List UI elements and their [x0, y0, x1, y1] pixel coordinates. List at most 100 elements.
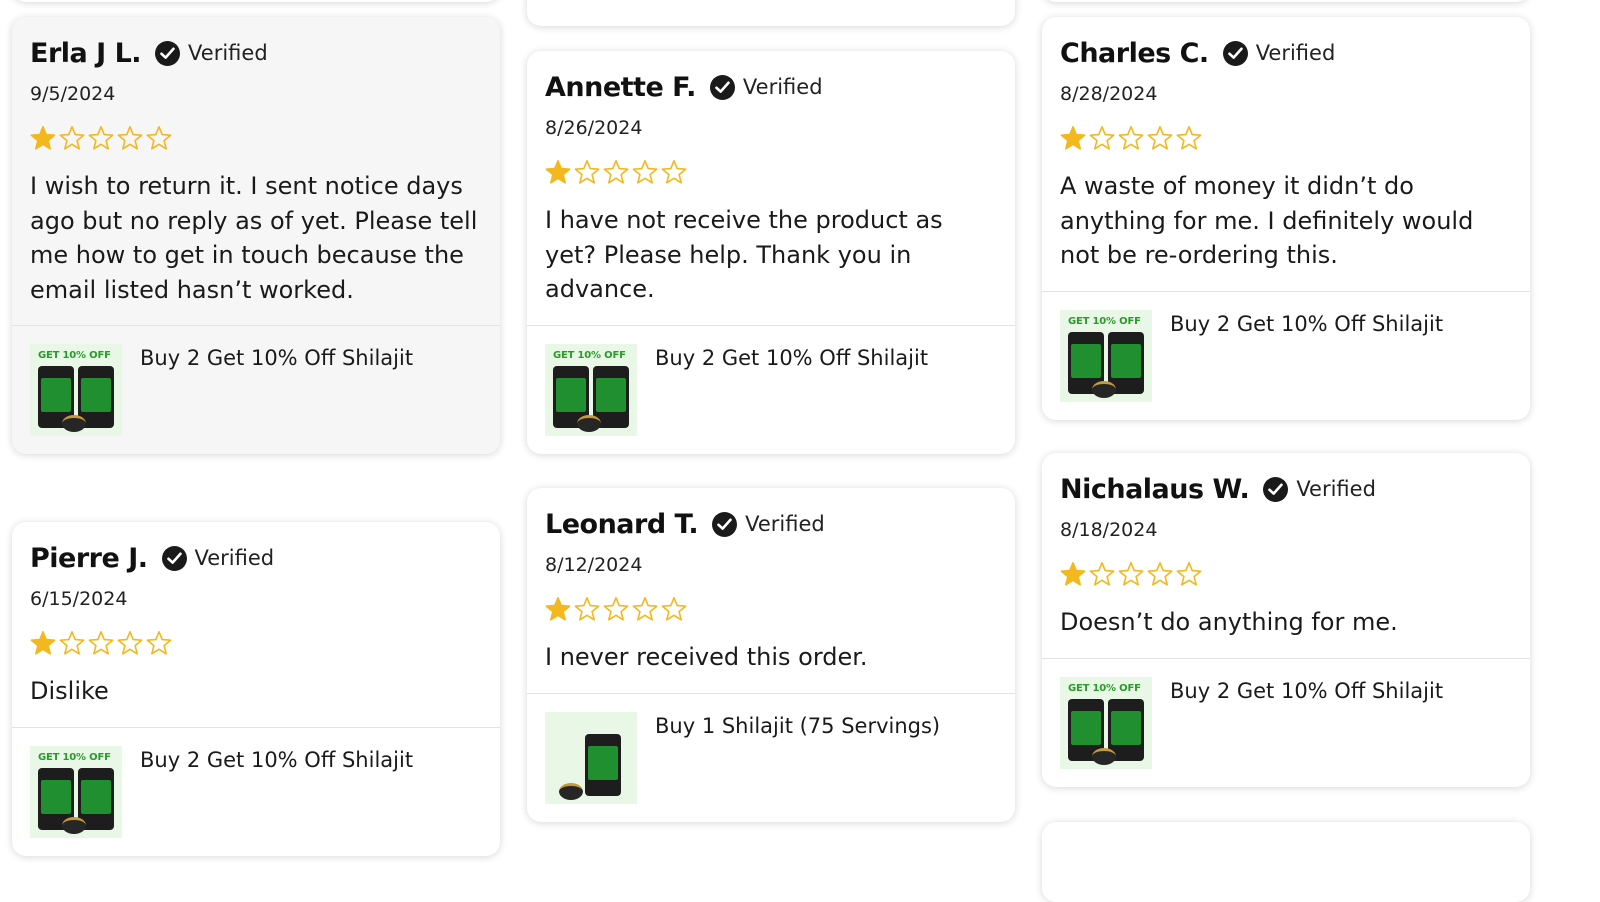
check-circle-icon: [709, 74, 735, 100]
product-thumbnail[interactable]: [545, 711, 637, 804]
star-outline-icon: [632, 160, 658, 184]
partial-card-top-right: [1042, 0, 1530, 2]
star-outline-icon: [88, 631, 114, 655]
review-text: Dislike: [30, 677, 109, 705]
product-name[interactable]: Buy 2 Get 10% Off Shilajit: [140, 346, 413, 370]
reviewer-name: Erla J L.: [30, 37, 142, 69]
star-outline-icon: [603, 160, 629, 184]
star-outline-icon: [1089, 126, 1115, 150]
star-outline-icon: [88, 126, 114, 150]
star-outline-icon: [117, 631, 143, 655]
reviewer-header: Annette F. Verified: [545, 69, 997, 105]
product-thumbnail[interactable]: GET 10% OFF: [30, 745, 122, 838]
review-text: I never received this order.: [545, 643, 868, 671]
star-outline-icon: [1118, 126, 1144, 150]
star-outline-icon: [117, 126, 143, 150]
star-rating: [30, 125, 482, 153]
product-small-jar-image: [62, 415, 86, 432]
review-card: Leonard T. Verified 8/12/2024 I never re…: [527, 488, 1015, 822]
star-outline-icon: [603, 597, 629, 621]
product-small-jar-image: [559, 782, 583, 800]
star-filled-icon: [1060, 126, 1086, 150]
star-outline-icon: [574, 160, 600, 184]
reviewer-name: Pierre J.: [30, 542, 148, 574]
review-date: 9/5/2024: [30, 83, 116, 105]
star-filled-icon: [1060, 562, 1086, 586]
product-row[interactable]: GET 10% OFF Buy 2 Get 10% Off Shilajit: [12, 325, 500, 454]
verified-label: Verified: [745, 512, 825, 536]
partial-card-top-middle: [527, 0, 1015, 26]
check-circle-icon: [155, 40, 181, 66]
reviewer-header: Erla J L. Verified: [30, 35, 482, 71]
product-badge: GET 10% OFF: [1068, 682, 1141, 694]
star-outline-icon: [59, 631, 85, 655]
product-row[interactable]: GET 10% OFF Buy 2 Get 10% Off Shilajit: [1042, 657, 1530, 787]
product-name[interactable]: Buy 2 Get 10% Off Shilajit: [1170, 312, 1443, 336]
product-name[interactable]: Buy 2 Get 10% Off Shilajit: [1170, 679, 1443, 703]
verified-label: Verified: [742, 75, 823, 99]
star-rating: [1060, 125, 1512, 153]
product-row[interactable]: GET 10% OFF Buy 2 Get 10% Off Shilajit: [12, 726, 500, 856]
product-name[interactable]: Buy 1 Shilajit (75 Servings): [655, 714, 940, 738]
product-badge: GET 10% OFF: [1068, 315, 1141, 327]
product-thumbnail[interactable]: GET 10% OFF: [30, 344, 122, 436]
reviewer-name: Leonard T.: [545, 508, 699, 540]
review-card: Pierre J. Verified 6/15/2024 Dislike GET…: [12, 522, 500, 856]
star-filled-icon: [545, 597, 571, 621]
product-row[interactable]: GET 10% OFF Buy 2 Get 10% Off Shilajit: [527, 324, 1015, 454]
product-jar-image: [585, 733, 621, 796]
product-row[interactable]: Buy 1 Shilajit (75 Servings): [527, 692, 1015, 822]
star-outline-icon: [146, 631, 172, 655]
partial-card-bottom-right: [1042, 822, 1530, 902]
product-row[interactable]: GET 10% OFF Buy 2 Get 10% Off Shilajit: [1042, 290, 1530, 420]
reviewer-header: Pierre J. Verified: [30, 540, 482, 576]
review-date: 6/15/2024: [30, 588, 128, 610]
check-circle-icon: [1263, 476, 1289, 502]
verified-label: Verified: [194, 546, 275, 570]
star-filled-icon: [30, 126, 56, 150]
product-small-jar-image: [1092, 747, 1116, 765]
review-text: I have not receive the product as yet? P…: [545, 206, 943, 303]
star-outline-icon: [661, 160, 687, 184]
product-name[interactable]: Buy 2 Get 10% Off Shilajit: [140, 748, 413, 772]
product-badge: GET 10% OFF: [38, 751, 111, 763]
review-text: Doesn’t do anything for me.: [1060, 608, 1398, 636]
product-small-jar-image: [577, 414, 601, 432]
star-outline-icon: [59, 126, 85, 150]
verified-label: Verified: [1255, 41, 1336, 65]
star-outline-icon: [1176, 562, 1202, 586]
star-outline-icon: [1176, 126, 1202, 150]
reviewer-name: Annette F.: [545, 71, 696, 103]
review-text: A waste of money it didn’t do anything f…: [1060, 172, 1474, 269]
product-badge: GET 10% OFF: [38, 350, 111, 361]
reviewer-header: Nichalaus W. Verified: [1060, 471, 1512, 507]
product-name[interactable]: Buy 2 Get 10% Off Shilajit: [655, 346, 928, 370]
check-circle-icon: [1222, 40, 1248, 66]
partial-card-top-left: [12, 0, 500, 2]
star-rating: [30, 630, 482, 658]
review-date: 8/26/2024: [545, 117, 643, 139]
review-card: Annette F. Verified 8/26/2024 I have not…: [527, 51, 1015, 454]
review-card: Nichalaus W. Verified 8/18/2024 Doesn’t …: [1042, 453, 1530, 787]
review-date: 8/12/2024: [545, 554, 643, 576]
reviewer-name: Nichalaus W.: [1060, 473, 1250, 505]
verified-label: Verified: [1296, 477, 1376, 501]
product-small-jar-image: [62, 816, 86, 834]
star-filled-icon: [30, 631, 56, 655]
product-thumbnail[interactable]: GET 10% OFF: [545, 343, 637, 436]
star-filled-icon: [545, 160, 571, 184]
product-thumbnail[interactable]: GET 10% OFF: [1060, 676, 1152, 769]
star-outline-icon: [1147, 562, 1173, 586]
star-outline-icon: [146, 126, 172, 150]
review-card: Charles C. Verified 8/28/2024 A waste of…: [1042, 17, 1530, 420]
star-rating: [545, 596, 997, 624]
star-outline-icon: [1089, 562, 1115, 586]
product-thumbnail[interactable]: GET 10% OFF: [1060, 309, 1152, 402]
reviewer-header: Leonard T. Verified: [545, 506, 997, 542]
product-small-jar-image: [1092, 380, 1116, 398]
product-badge: GET 10% OFF: [553, 349, 626, 361]
check-circle-icon: [161, 545, 187, 571]
check-circle-icon: [712, 511, 738, 537]
star-outline-icon: [1147, 126, 1173, 150]
reviewer-header: Charles C. Verified: [1060, 35, 1512, 71]
